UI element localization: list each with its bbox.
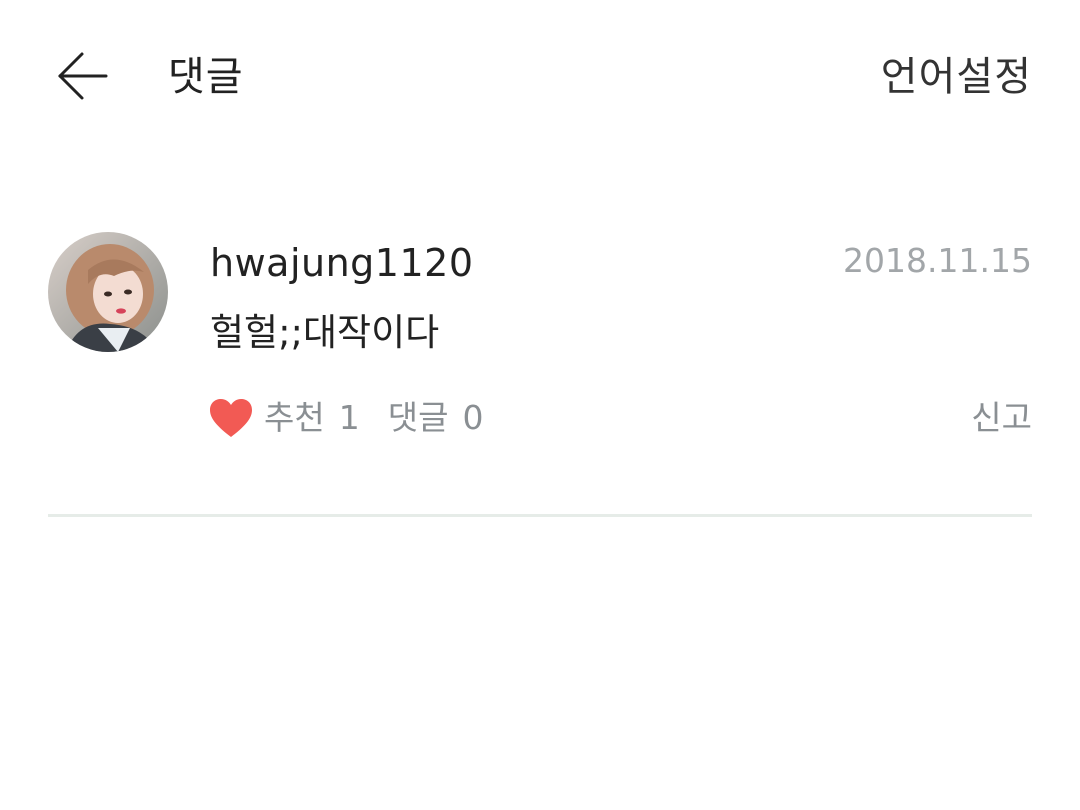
comment-username[interactable]: hwajung1120 (210, 238, 474, 288)
arrow-left-icon (58, 52, 108, 100)
like-button[interactable]: 추천 1 (208, 395, 388, 441)
user-avatar-photo (48, 232, 168, 352)
comments-page: 댓글 언어설정 hwajung1120 2018.11.15 헐헐;;대작이다 … (0, 0, 1080, 810)
heart-icon (210, 399, 252, 437)
comment-item: hwajung1120 2018.11.15 헐헐;;대작이다 추천 1 댓글 … (48, 230, 1032, 450)
avatar[interactable] (48, 232, 168, 352)
reply-label: 댓글 (387, 398, 449, 437)
comment-text: 헐헐;;대작이다 (210, 311, 440, 354)
comment-date: 2018.11.15 (843, 241, 1032, 280)
reply-button[interactable]: 댓글 0 (388, 395, 484, 441)
comment-actions: 추천 1 댓글 0 (208, 393, 483, 443)
back-button[interactable] (52, 46, 114, 108)
like-count: 1 (338, 398, 360, 437)
divider (48, 514, 1032, 517)
like-label: 추천 (264, 398, 325, 437)
report-button[interactable]: 신고 (971, 395, 1032, 441)
language-settings-button[interactable]: 언어설정 (881, 52, 1032, 102)
page-title: 댓글 (168, 54, 244, 100)
header-bar: 댓글 언어설정 (0, 0, 1080, 150)
reply-count: 0 (462, 398, 484, 437)
